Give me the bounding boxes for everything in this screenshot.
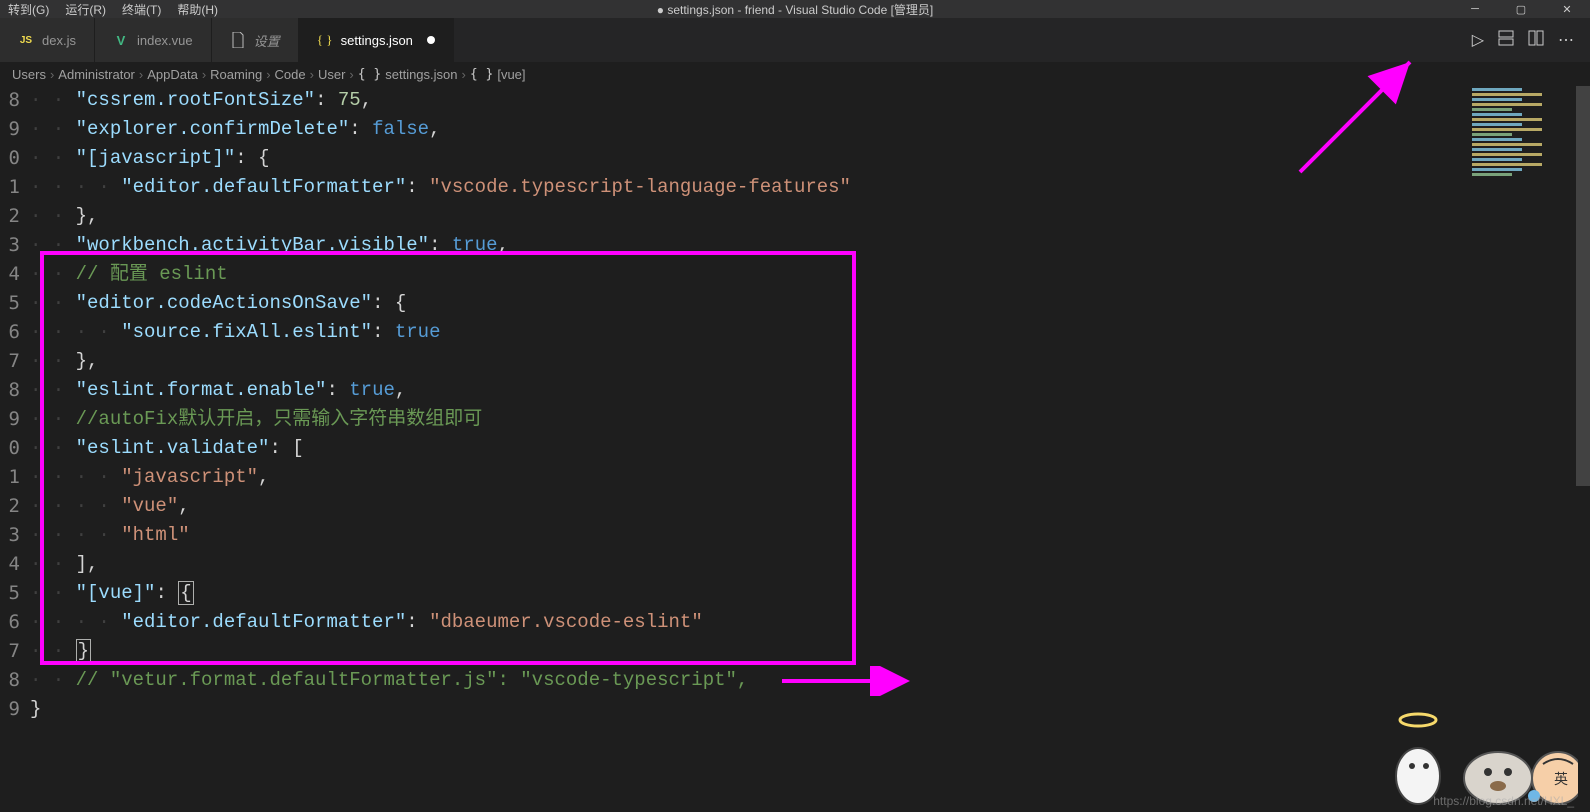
dirty-indicator-icon [427,36,435,44]
tab-settings-json[interactable]: { } settings.json [299,18,454,62]
tab-settings-ui[interactable]: 设置 [212,18,299,62]
breadcrumb-item[interactable]: Code [275,67,306,82]
json-icon: { } [317,32,333,48]
breadcrumb-item[interactable]: Administrator [58,67,135,82]
breadcrumb-item[interactable]: settings.json [385,67,457,82]
window-title: ● settings.json - friend - Visual Studio… [657,1,933,18]
watermark-text: https://blog.csdn.net/HXL_ [1433,794,1574,808]
editor-tabs: JS dex.js V index.vue 设置 { } settings.js… [0,18,1590,62]
decorative-sticker: 英 [1358,696,1578,806]
js-icon: JS [18,32,34,48]
svg-text:英: 英 [1554,771,1568,787]
menu-goto[interactable]: 转到(G) [8,1,49,18]
tab-label: 设置 [254,31,280,50]
vertical-scrollbar[interactable] [1576,86,1590,812]
editor-toolbar: ▷ ⋯ [1472,18,1590,62]
tab-label: dex.js [42,33,76,48]
breadcrumb[interactable]: Users› Administrator› AppData› Roaming› … [0,62,1590,86]
tab-index-vue[interactable]: V index.vue [95,18,212,62]
breadcrumb-item[interactable]: [vue] [497,67,525,82]
tab-dex-js[interactable]: JS dex.js [0,18,95,62]
breadcrumb-item[interactable]: AppData [147,67,198,82]
menu-help[interactable]: 帮助(H) [177,1,218,18]
vue-icon: V [113,32,129,48]
file-icon [230,32,246,48]
run-button[interactable]: ▷ [1472,30,1484,50]
more-button[interactable]: ⋯ [1558,30,1574,50]
titlebar: 转到(G) 运行(R) 终端(T) 帮助(H) ● settings.json … [0,0,1590,18]
tab-label: settings.json [341,33,413,48]
tab-label: index.vue [137,33,193,48]
split-down-button[interactable] [1498,30,1514,51]
code-area[interactable]: · · "cssrem.rootFontSize": 75, · · "expl… [30,86,1590,812]
breadcrumb-item[interactable]: Users [12,67,46,82]
maximize-button[interactable]: ▢ [1498,0,1544,18]
split-right-button[interactable] [1528,30,1544,51]
breadcrumb-item[interactable]: User [318,67,345,82]
braces-icon: { } [358,67,381,82]
menu-run[interactable]: 运行(R) [65,1,106,18]
braces-icon: { } [470,67,493,82]
menu-terminal[interactable]: 终端(T) [122,1,161,18]
minimize-button[interactable]: ─ [1452,0,1498,18]
line-numbers: 89 01 23 45 67 89 01 23 45 67 89 [0,86,30,812]
scrollbar-thumb[interactable] [1576,86,1590,486]
breadcrumb-item[interactable]: Roaming [210,67,262,82]
minimap[interactable] [1472,88,1572,188]
close-button[interactable]: ✕ [1544,0,1590,18]
code-editor[interactable]: 89 01 23 45 67 89 01 23 45 67 89 · · "cs… [0,86,1590,812]
